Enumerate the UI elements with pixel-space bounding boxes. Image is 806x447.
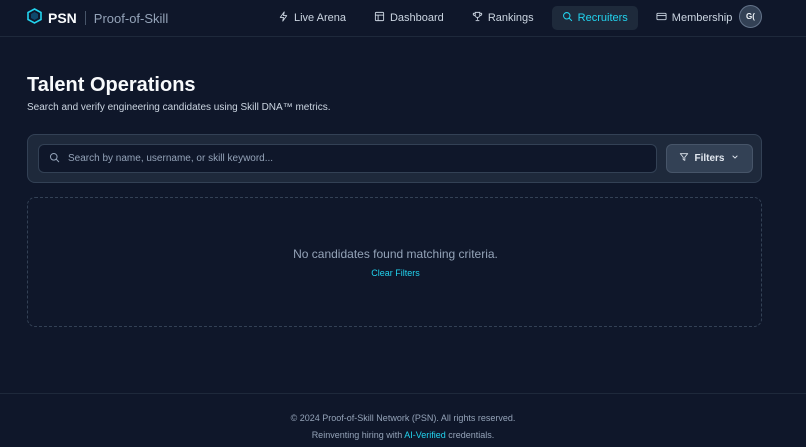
hexagon-logo-icon	[27, 7, 42, 29]
page-title: Talent Operations	[27, 74, 196, 96]
search-icon	[562, 11, 573, 25]
nav-item-live-arena[interactable]: Live Arena	[268, 6, 356, 30]
nav-item-recruiters[interactable]: Recruiters	[551, 6, 638, 30]
top-navbar: PSN Proof-of-Skill Live Arena Dashboard …	[0, 0, 806, 37]
nav-item-dashboard[interactable]: Dashboard	[364, 6, 454, 30]
user-avatar[interactable]: G(	[739, 5, 762, 28]
nav-item-label: Live Arena	[294, 12, 346, 24]
footer-tagline: Reinventing hiring with AI-Verified cred…	[0, 430, 806, 440]
brand-logo-link[interactable]: PSN Proof-of-Skill	[27, 0, 168, 36]
nav-item-rankings[interactable]: Rankings	[462, 6, 544, 30]
filter-icon	[679, 152, 689, 165]
brand-name: PSN	[48, 10, 77, 26]
bolt-icon	[278, 11, 289, 25]
results-panel: No candidates found matching criteria. C…	[27, 197, 762, 327]
empty-state-message: No candidates found matching criteria.	[293, 247, 498, 261]
filters-label: Filters	[694, 153, 725, 164]
search-box	[38, 144, 657, 173]
brand-subtitle: Proof-of-Skill	[93, 10, 169, 26]
search-icon	[39, 150, 60, 168]
nav-item-membership[interactable]: Membership	[646, 6, 743, 30]
filters-button[interactable]: Filters	[666, 144, 753, 173]
page-footer: © 2024 Proof-of-Skill Network (PSN). All…	[0, 393, 806, 447]
search-input[interactable]	[68, 153, 656, 164]
footer-copyright: © 2024 Proof-of-Skill Network (PSN). All…	[290, 413, 516, 423]
tagline-prefix: Reinventing hiring with	[311, 430, 405, 440]
tagline-suffix: credentials.	[445, 430, 495, 440]
nav-item-label: Rankings	[487, 12, 534, 24]
trophy-icon	[472, 11, 483, 25]
nav-item-label: Membership	[671, 12, 733, 24]
layout-icon	[374, 11, 385, 25]
nav-item-label: Dashboard	[389, 12, 444, 24]
search-panel: Filters	[27, 134, 762, 183]
tagline-highlight: AI-Verified	[404, 430, 446, 440]
chevron-down-icon	[730, 152, 740, 165]
brand-divider	[84, 11, 86, 25]
nav-item-label: Recruiters	[577, 12, 628, 24]
clear-filters-link[interactable]: Clear Filters	[28, 268, 763, 278]
nav-divider	[726, 12, 727, 25]
page-subtitle: Search and verify engineering candidates…	[27, 102, 331, 113]
card-icon	[656, 11, 667, 25]
nav-links: Live Arena Dashboard Rankings Recruiters…	[268, 6, 750, 30]
